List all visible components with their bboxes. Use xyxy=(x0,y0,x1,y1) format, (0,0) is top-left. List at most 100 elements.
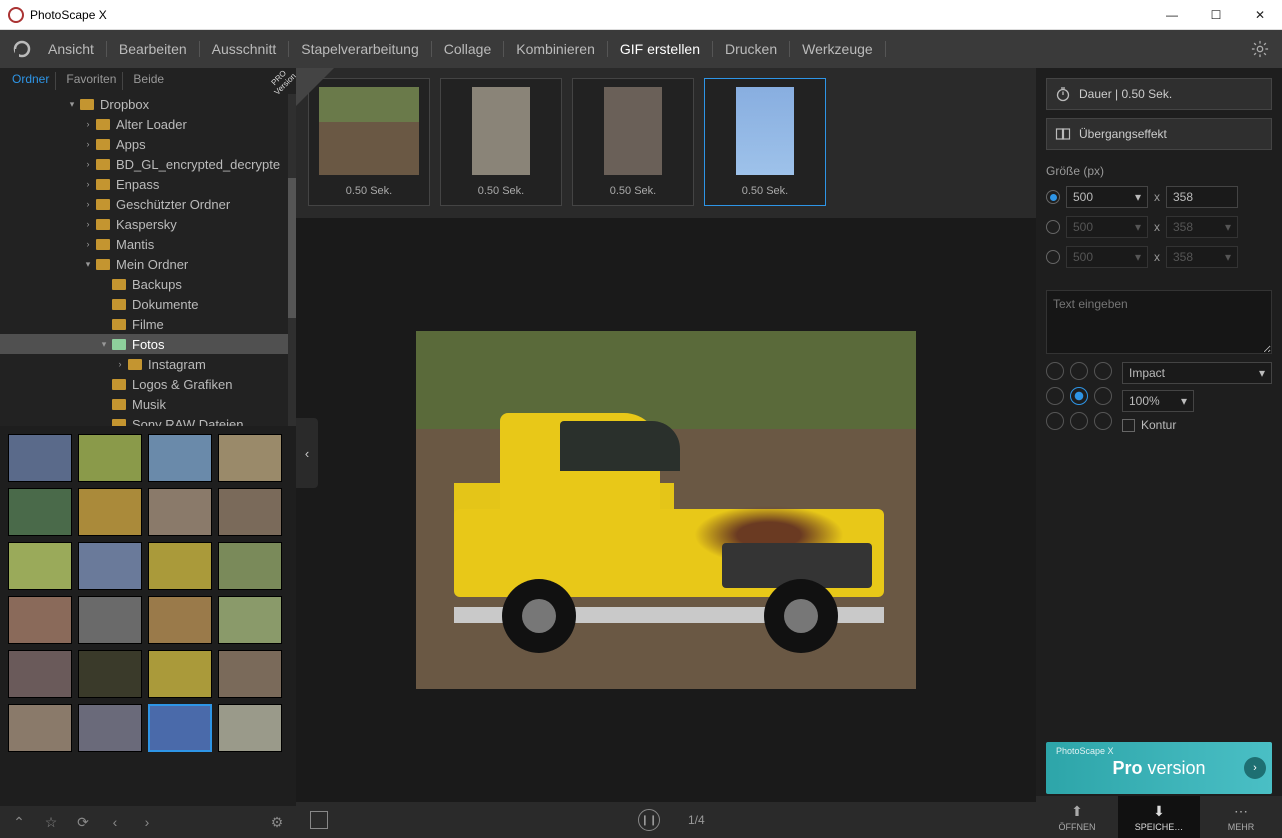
thumbnail[interactable] xyxy=(8,434,72,482)
position-dot[interactable] xyxy=(1046,387,1064,405)
canvas[interactable] xyxy=(296,218,1036,802)
close-button[interactable]: ✕ xyxy=(1238,0,1282,30)
tree-item[interactable]: Filme xyxy=(0,314,296,334)
thumbnail[interactable] xyxy=(148,488,212,536)
contour-checkbox[interactable]: Kontur xyxy=(1122,418,1272,432)
position-dot[interactable] xyxy=(1094,362,1112,380)
maximize-button[interactable]: ☐ xyxy=(1194,0,1238,30)
collapse-handle[interactable]: ‹ xyxy=(296,418,318,488)
thumbnail[interactable] xyxy=(218,434,282,482)
thumbnail[interactable] xyxy=(8,650,72,698)
tree-item[interactable]: ▾Mein Ordner xyxy=(0,254,296,274)
tree-scrollbar[interactable] xyxy=(288,94,296,426)
nav-tab-kombinieren[interactable]: Kombinieren xyxy=(504,41,608,57)
font-select[interactable]: Impact▾ xyxy=(1122,362,1272,384)
thumbnail[interactable] xyxy=(218,488,282,536)
thumbnail[interactable] xyxy=(218,542,282,590)
size-toggle-icon[interactable] xyxy=(310,811,328,829)
radio-icon[interactable] xyxy=(1046,190,1060,204)
tree-item[interactable]: ›Mantis xyxy=(0,234,296,254)
thumbnail[interactable] xyxy=(78,434,142,482)
settings-icon[interactable]: ⚙ xyxy=(264,810,290,834)
height-select[interactable]: 358 xyxy=(1166,186,1238,208)
tree-item[interactable]: ▾Fotos xyxy=(0,334,296,354)
position-dot[interactable] xyxy=(1070,412,1088,430)
thumbnail[interactable] xyxy=(78,488,142,536)
thumbnail[interactable] xyxy=(8,704,72,752)
gif-frame[interactable]: 0.50 Sek. xyxy=(440,78,562,206)
refresh-icon[interactable]: ⟳ xyxy=(70,810,96,834)
tree-item[interactable]: Logos & Grafiken xyxy=(0,374,296,394)
thumbnail[interactable] xyxy=(148,434,212,482)
gif-frame[interactable]: 0.50 Sek. xyxy=(572,78,694,206)
percent-select[interactable]: 100%▾ xyxy=(1122,390,1194,412)
position-dot[interactable] xyxy=(1046,362,1064,380)
thumbnail[interactable] xyxy=(148,650,212,698)
size-option[interactable]: 500▾x358▾ xyxy=(1046,246,1272,268)
nav-tab-werkzeuge[interactable]: Werkzeuge xyxy=(790,41,886,57)
position-dot[interactable] xyxy=(1070,362,1088,380)
radio-icon[interactable] xyxy=(1046,250,1060,264)
footer-speiche…[interactable]: ⬇SPEICHE… xyxy=(1118,796,1200,838)
thumbnail[interactable] xyxy=(148,542,212,590)
position-grid[interactable] xyxy=(1046,362,1114,432)
thumbnail[interactable] xyxy=(148,704,212,752)
nav-tab-gif erstellen[interactable]: GIF erstellen xyxy=(608,41,713,57)
frame-strip[interactable]: PRO Version 0.50 Sek.0.50 Sek.0.50 Sek.0… xyxy=(296,68,1036,218)
size-option[interactable]: 500▾x358▾ xyxy=(1046,216,1272,238)
nav-tab-collage[interactable]: Collage xyxy=(432,41,504,57)
tree-item[interactable]: Musik xyxy=(0,394,296,414)
tree-item[interactable]: ▾Dropbox xyxy=(0,94,296,114)
thumbnail-grid[interactable] xyxy=(0,426,296,806)
nav-tab-ausschnitt[interactable]: Ausschnitt xyxy=(200,41,290,57)
size-option[interactable]: 500▾x358 xyxy=(1046,186,1272,208)
tree-item[interactable]: ›Alter Loader xyxy=(0,114,296,134)
tree-item[interactable]: Sony RAW Dateien xyxy=(0,414,296,426)
radio-icon[interactable] xyxy=(1046,220,1060,234)
prev-icon[interactable]: ‹ xyxy=(102,810,128,834)
gif-frame[interactable]: 0.50 Sek. xyxy=(704,78,826,206)
transition-button[interactable]: Übergangseffekt xyxy=(1046,118,1272,150)
left-tab-favoriten[interactable]: Favoriten xyxy=(60,72,123,90)
folder-tree[interactable]: ▾Dropbox›Alter Loader›Apps›BD_GL_encrypt… xyxy=(0,94,296,426)
gear-icon[interactable] xyxy=(1246,35,1274,63)
expand-up-icon[interactable]: ⌃ xyxy=(6,810,32,834)
footer-mehr[interactable]: ⋯MEHR xyxy=(1200,796,1282,838)
pause-button[interactable]: ❙❙ xyxy=(638,809,660,831)
tree-item[interactable]: ›Enpass xyxy=(0,174,296,194)
position-dot[interactable] xyxy=(1094,387,1112,405)
home-icon[interactable] xyxy=(8,35,36,63)
tree-item[interactable]: ›Apps xyxy=(0,134,296,154)
thumbnail[interactable] xyxy=(148,596,212,644)
nav-tab-ansicht[interactable]: Ansicht xyxy=(36,41,107,57)
minimize-button[interactable]: — xyxy=(1150,0,1194,30)
thumbnail[interactable] xyxy=(218,704,282,752)
nav-tab-bearbeiten[interactable]: Bearbeiten xyxy=(107,41,200,57)
text-input[interactable] xyxy=(1046,290,1272,354)
duration-button[interactable]: Dauer | 0.50 Sek. xyxy=(1046,78,1272,110)
pro-promo[interactable]: PhotoScape X Pro version › xyxy=(1046,742,1272,794)
thumbnail[interactable] xyxy=(218,650,282,698)
next-icon[interactable]: › xyxy=(134,810,160,834)
width-select[interactable]: 500▾ xyxy=(1066,186,1148,208)
tree-item[interactable]: ›BD_GL_encrypted_decrypte xyxy=(0,154,296,174)
thumbnail[interactable] xyxy=(218,596,282,644)
thumbnail[interactable] xyxy=(78,650,142,698)
nav-tab-stapelverarbeitung[interactable]: Stapelverarbeitung xyxy=(289,41,432,57)
tree-item[interactable]: ›Geschützter Ordner xyxy=(0,194,296,214)
nav-tab-drucken[interactable]: Drucken xyxy=(713,41,790,57)
position-dot[interactable] xyxy=(1070,387,1088,405)
thumbnail[interactable] xyxy=(8,488,72,536)
left-tab-beide[interactable]: Beide xyxy=(127,72,170,90)
star-icon[interactable]: ☆ xyxy=(38,810,64,834)
tree-item[interactable]: ›Instagram xyxy=(0,354,296,374)
tree-item[interactable]: Dokumente xyxy=(0,294,296,314)
position-dot[interactable] xyxy=(1046,412,1064,430)
thumbnail[interactable] xyxy=(78,596,142,644)
tree-item[interactable]: Backups xyxy=(0,274,296,294)
thumbnail[interactable] xyxy=(8,596,72,644)
footer-öffnen[interactable]: ⬆ÖFFNEN xyxy=(1036,796,1118,838)
thumbnail[interactable] xyxy=(8,542,72,590)
left-tab-ordner[interactable]: Ordner xyxy=(6,72,56,90)
position-dot[interactable] xyxy=(1094,412,1112,430)
